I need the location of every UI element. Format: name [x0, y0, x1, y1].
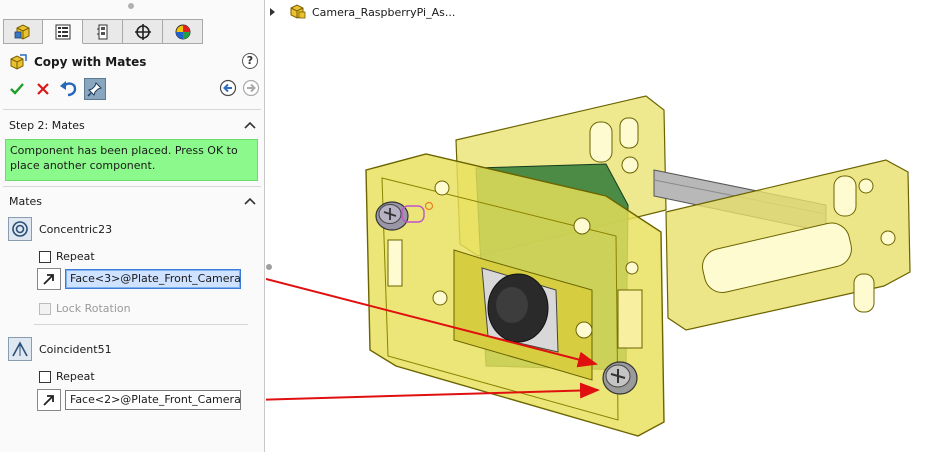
chevron-up-icon[interactable] [244, 197, 256, 205]
divider [3, 109, 261, 110]
repeat-label: Repeat [56, 250, 95, 263]
tab-dimxpert[interactable] [123, 19, 163, 44]
selection-row: Face<3>@Plate_Front_Camera-1 [37, 268, 241, 290]
copy-with-mates-icon [10, 54, 27, 70]
featuremanager-icon [14, 23, 30, 40]
ok-checkmark-icon [10, 83, 24, 95]
undo-icon [60, 81, 77, 97]
lock-rotation-checkbox [39, 302, 51, 315]
graphics-viewport[interactable] [266, 0, 932, 452]
assembly-name: Camera_RaspberryPi_As... [312, 5, 456, 19]
mate-type-label: Coincident51 [39, 342, 112, 356]
configurationmanager-icon [96, 24, 107, 39]
undo-button[interactable] [58, 78, 80, 100]
lock-rotation-row: Lock Rotation [39, 302, 131, 315]
mate-type-label: Concentric23 [39, 222, 113, 236]
nav-arrows [214, 79, 260, 97]
cancel-x-icon [37, 83, 49, 95]
tab-propertymanager[interactable] [43, 19, 83, 44]
ok-button[interactable] [6, 78, 28, 100]
lock-rotation-label: Lock Rotation [56, 302, 131, 315]
back-arrow-icon[interactable] [219, 79, 237, 97]
mate-selection-field[interactable]: Face<2>@Plate_Front_Camera-1 [65, 390, 241, 410]
repeat-checkbox[interactable] [39, 370, 51, 383]
mate-item-coincident[interactable]: Coincident51 [8, 337, 112, 361]
cancel-button[interactable] [32, 78, 54, 100]
pushpin-icon [87, 82, 102, 97]
selection-row: Face<2>@Plate_Front_Camera-1 [37, 389, 241, 411]
expand-arrow-icon[interactable] [270, 8, 275, 16]
selection-arrow-icon [37, 389, 61, 411]
tab-featuremanager[interactable] [3, 19, 43, 44]
concentric-mate-icon [8, 217, 32, 241]
placed-screw-bottom[interactable] [602, 361, 638, 395]
propertymanager-icon [55, 24, 70, 39]
divider [34, 324, 248, 325]
mate-item-concentric[interactable]: Concentric23 [8, 217, 112, 241]
panel-grip[interactable] [128, 3, 134, 9]
repeat-checkbox-row[interactable]: Repeat [39, 250, 95, 263]
coincident-mate-icon [8, 337, 32, 361]
mate-selection-field[interactable]: Face<3>@Plate_Front_Camera-1 [65, 269, 241, 289]
tab-displaymanager[interactable] [163, 19, 203, 44]
manager-tabs [3, 19, 203, 44]
property-manager-panel: Copy with Mates ? Step 2: Mates Componen… [0, 0, 265, 452]
step2-section-title: Step 2: Mates [9, 119, 85, 132]
tab-configurationmanager[interactable] [83, 19, 123, 44]
chevron-up-icon[interactable] [244, 121, 256, 129]
action-toolbar [6, 77, 260, 101]
mates-section-title: Mates [9, 195, 43, 208]
solidworks-window: Copy with Mates ? Step 2: Mates Componen… [0, 0, 932, 452]
displaymanager-icon [175, 24, 190, 39]
repeat-checkbox[interactable] [39, 250, 51, 263]
help-button[interactable]: ? [242, 53, 258, 69]
selection-arrow-icon [37, 268, 61, 290]
feature-tree-flyout[interactable]: Camera_RaspberryPi_As... [270, 3, 455, 21]
page-title: Copy with Mates [34, 55, 147, 69]
forward-arrow-icon[interactable] [242, 79, 260, 97]
repeat-label: Repeat [56, 370, 95, 383]
divider [3, 186, 261, 187]
status-message: Component has been placed. Press OK to p… [5, 139, 258, 181]
assembly-icon [290, 4, 306, 19]
dimxpert-icon [134, 23, 151, 40]
keep-visible-pushpin-button[interactable] [84, 78, 106, 100]
property-manager-header: Copy with Mates ? [8, 52, 260, 72]
repeat-checkbox-row[interactable]: Repeat [39, 370, 95, 383]
